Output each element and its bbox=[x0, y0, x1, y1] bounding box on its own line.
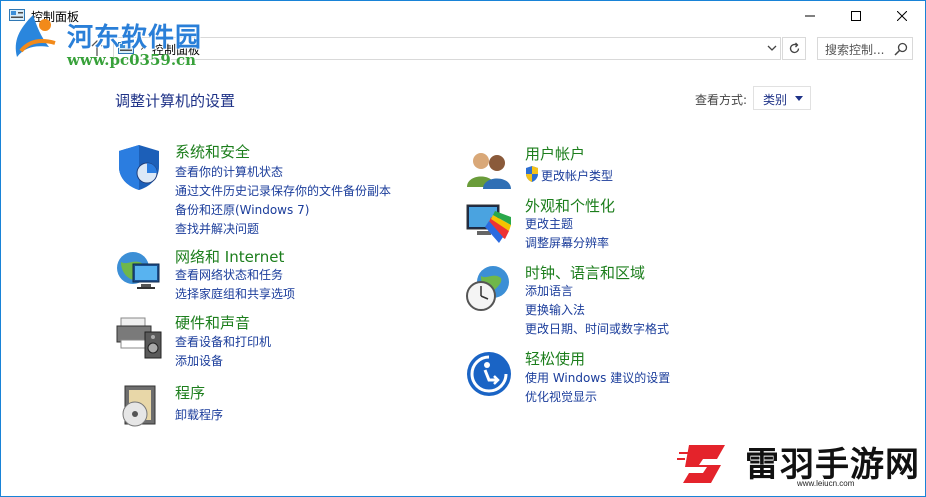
close-icon bbox=[897, 11, 907, 21]
page-title: 调整计算机的设置 bbox=[115, 92, 236, 110]
printer-speaker-icon[interactable] bbox=[115, 312, 163, 360]
address-bar[interactable]: › 控制面板 bbox=[113, 37, 781, 60]
navigation-bar: › 控制面板 搜索控制... bbox=[1, 35, 925, 63]
chevron-down-icon[interactable] bbox=[766, 42, 778, 54]
category-title[interactable]: 用户帐户 bbox=[525, 143, 585, 164]
uac-shield-icon bbox=[526, 166, 538, 182]
link-view-computer-status[interactable]: 查看你的计算机状态 bbox=[175, 163, 283, 180]
link-backup-restore[interactable]: 备份和还原(Windows 7) bbox=[175, 201, 309, 218]
category-clock-language-region: 时钟、语言和区域 添加语言 更换输入法 更改日期、时间或数字格式 bbox=[465, 262, 765, 342]
search-placeholder: 搜索控制... bbox=[825, 43, 885, 57]
refresh-button[interactable] bbox=[782, 37, 806, 60]
link-change-account-type[interactable]: 更改帐户类型 bbox=[541, 167, 613, 184]
watermark-leiyu: 雷羽手游网 www.leiucn.com bbox=[669, 431, 924, 495]
programs-disc-icon[interactable] bbox=[115, 382, 163, 430]
control-panel-icon bbox=[9, 9, 25, 21]
maximize-button[interactable] bbox=[833, 1, 879, 31]
breadcrumb-control-panel[interactable]: 控制面板 bbox=[152, 41, 200, 58]
users-icon[interactable] bbox=[465, 145, 513, 193]
view-by-label: 查看方式: bbox=[695, 93, 748, 107]
category-title[interactable]: 硬件和声音 bbox=[175, 312, 250, 333]
ease-of-access-icon[interactable] bbox=[465, 350, 513, 398]
category-programs: 程序 卸载程序 bbox=[115, 382, 435, 432]
clock-globe-icon[interactable] bbox=[465, 264, 513, 312]
link-change-input-method[interactable]: 更换输入法 bbox=[525, 301, 585, 318]
link-file-history[interactable]: 通过文件历史记录保存你的文件备份副本 bbox=[175, 182, 391, 199]
link-windows-recommended[interactable]: 使用 Windows 建议的设置 bbox=[525, 369, 670, 386]
category-ease-of-access: 轻松使用 使用 Windows 建议的设置 优化视觉显示 bbox=[465, 348, 765, 408]
link-uninstall-program[interactable]: 卸载程序 bbox=[175, 406, 223, 423]
link-date-time-format[interactable]: 更改日期、时间或数字格式 bbox=[525, 320, 669, 337]
category-appearance: 外观和个性化 更改主题 调整屏幕分辨率 bbox=[465, 195, 765, 255]
link-optimize-visual[interactable]: 优化视觉显示 bbox=[525, 388, 597, 405]
category-title[interactable]: 程序 bbox=[175, 382, 205, 403]
link-troubleshoot[interactable]: 查找并解决问题 bbox=[175, 220, 259, 237]
link-devices-printers[interactable]: 查看设备和打印机 bbox=[175, 333, 271, 350]
network-globe-icon[interactable] bbox=[115, 246, 163, 294]
watermark-url: www.leiucn.com bbox=[797, 479, 855, 488]
control-panel-icon bbox=[118, 42, 134, 54]
view-by-value: 类别 bbox=[763, 93, 788, 107]
category-title[interactable]: 系统和安全 bbox=[175, 141, 250, 162]
category-user-accounts: 用户帐户 更改帐户类型 bbox=[465, 143, 765, 189]
monitor-palette-icon[interactable] bbox=[465, 197, 513, 245]
title-bar: 控制面板 bbox=[1, 1, 925, 31]
minimize-button[interactable] bbox=[787, 1, 833, 31]
link-homegroup[interactable]: 选择家庭组和共享选项 bbox=[175, 285, 295, 302]
category-title[interactable]: 轻松使用 bbox=[525, 348, 585, 369]
window-title: 控制面板 bbox=[31, 10, 80, 24]
category-title[interactable]: 外观和个性化 bbox=[525, 195, 615, 216]
leiyu-logo-icon bbox=[677, 445, 725, 483]
category-network-internet: 网络和 Internet 查看网络状态和任务 选择家庭组和共享选项 bbox=[115, 246, 435, 306]
link-screen-resolution[interactable]: 调整屏幕分辨率 bbox=[525, 234, 609, 251]
link-network-status[interactable]: 查看网络状态和任务 bbox=[175, 266, 283, 283]
search-input[interactable]: 搜索控制... bbox=[817, 37, 913, 60]
link-change-theme[interactable]: 更改主题 bbox=[525, 215, 573, 232]
link-add-language[interactable]: 添加语言 bbox=[525, 282, 573, 299]
category-system-security: 系统和安全 查看你的计算机状态 通过文件历史记录保存你的文件备份副本 备份和还原… bbox=[115, 141, 435, 236]
close-button[interactable] bbox=[879, 1, 925, 31]
security-shield-icon[interactable] bbox=[115, 143, 163, 191]
up-arrow-icon[interactable] bbox=[89, 38, 105, 58]
view-by-dropdown[interactable]: 类别 bbox=[753, 86, 811, 110]
breadcrumb-separator[interactable]: › bbox=[140, 40, 145, 54]
category-hardware-sound: 硬件和声音 查看设备和打印机 添加设备 bbox=[115, 312, 435, 372]
refresh-icon bbox=[789, 42, 799, 54]
chevron-down-icon bbox=[795, 96, 803, 101]
category-title[interactable]: 时钟、语言和区域 bbox=[525, 262, 645, 283]
minimize-icon bbox=[805, 15, 815, 17]
control-panel-window: 控制面板 › 控制面板 搜索控制... 河东软件园 www.pc0359.cn … bbox=[0, 0, 926, 497]
maximize-icon bbox=[851, 11, 861, 21]
link-add-device[interactable]: 添加设备 bbox=[175, 352, 223, 369]
search-icon[interactable] bbox=[894, 42, 908, 56]
category-title[interactable]: 网络和 Internet bbox=[175, 246, 284, 267]
